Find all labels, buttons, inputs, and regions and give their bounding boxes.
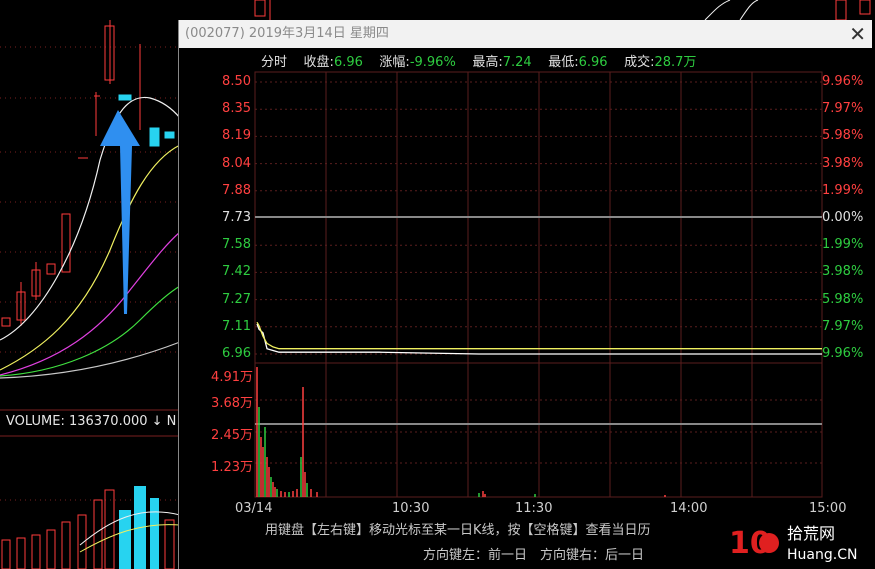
volume-tick-label: 1.23万 — [211, 460, 253, 475]
pct-tick-label: 3.98% — [822, 264, 864, 280]
volume-tick-label: 4.91万 — [211, 370, 253, 385]
time-tick-label: 15:00 — [809, 501, 847, 516]
pct-tick-label: 3.98% — [822, 155, 864, 171]
price-tick-label: 7.42 — [222, 264, 251, 280]
logo-text-bottom: Huang.CN — [787, 547, 857, 563]
arrow-icon — [100, 110, 140, 314]
price-tick-label: 8.04 — [222, 155, 251, 171]
time-tick-label: 10:30 — [392, 501, 430, 516]
price-tick-label: 7.58 — [222, 237, 251, 253]
price-tick-label: 6.96 — [222, 346, 251, 361]
pct-tick-label: 9.96% — [822, 74, 864, 89]
price-tick-label: 8.19 — [222, 128, 251, 144]
pct-tick-label: 7.97% — [822, 318, 864, 334]
volume-tick-label: 3.68万 — [211, 396, 253, 411]
hint-line-1: 用键盘【左右键】移动光标至某一日K线，按【空格键】查看当日历 — [265, 523, 651, 538]
time-tick-label: 14:00 — [670, 501, 708, 516]
pct-tick-label: 5.98% — [822, 128, 864, 144]
volume-bars — [1, 486, 175, 569]
pct-tick-label: 7.97% — [822, 101, 864, 117]
volume-tick-label: 2.45万 — [211, 428, 253, 443]
hint-line-2: 方向键左：前一日 方向键右：后一日 — [423, 548, 645, 563]
intraday-popup-window: (002077) 2019年3月14日 星期四 ✕ 分时 收盘:6.96 涨幅:… — [178, 20, 872, 569]
time-tick-label: 03/14 — [235, 501, 273, 516]
price-tick-label: 7.73 — [222, 210, 251, 225]
price-tick-label: 7.11 — [222, 318, 251, 334]
pct-tick-label: 0.00% — [822, 210, 864, 225]
pct-tick-label: 9.96% — [822, 346, 864, 361]
time-tick-label: 11:30 — [515, 501, 553, 516]
candlesticks — [1, 20, 141, 327]
pct-tick-label: 5.98% — [822, 291, 864, 307]
price-tick-label: 8.50 — [222, 74, 251, 89]
logo-text-top: 拾荒网 — [787, 524, 835, 543]
price-tick-label: 8.35 — [222, 101, 251, 117]
pct-tick-label: 1.99% — [822, 237, 864, 253]
price-tick-label: 7.27 — [222, 291, 251, 307]
price-tick-label: 7.88 — [222, 182, 251, 198]
intraday-chart — [254, 71, 823, 498]
site-logo: 10 拾荒网 Huang.CN — [729, 524, 857, 563]
pct-tick-label: 1.99% — [822, 182, 864, 198]
volume-readout: VOLUME: 136370.000 ↓ N — [6, 414, 177, 429]
